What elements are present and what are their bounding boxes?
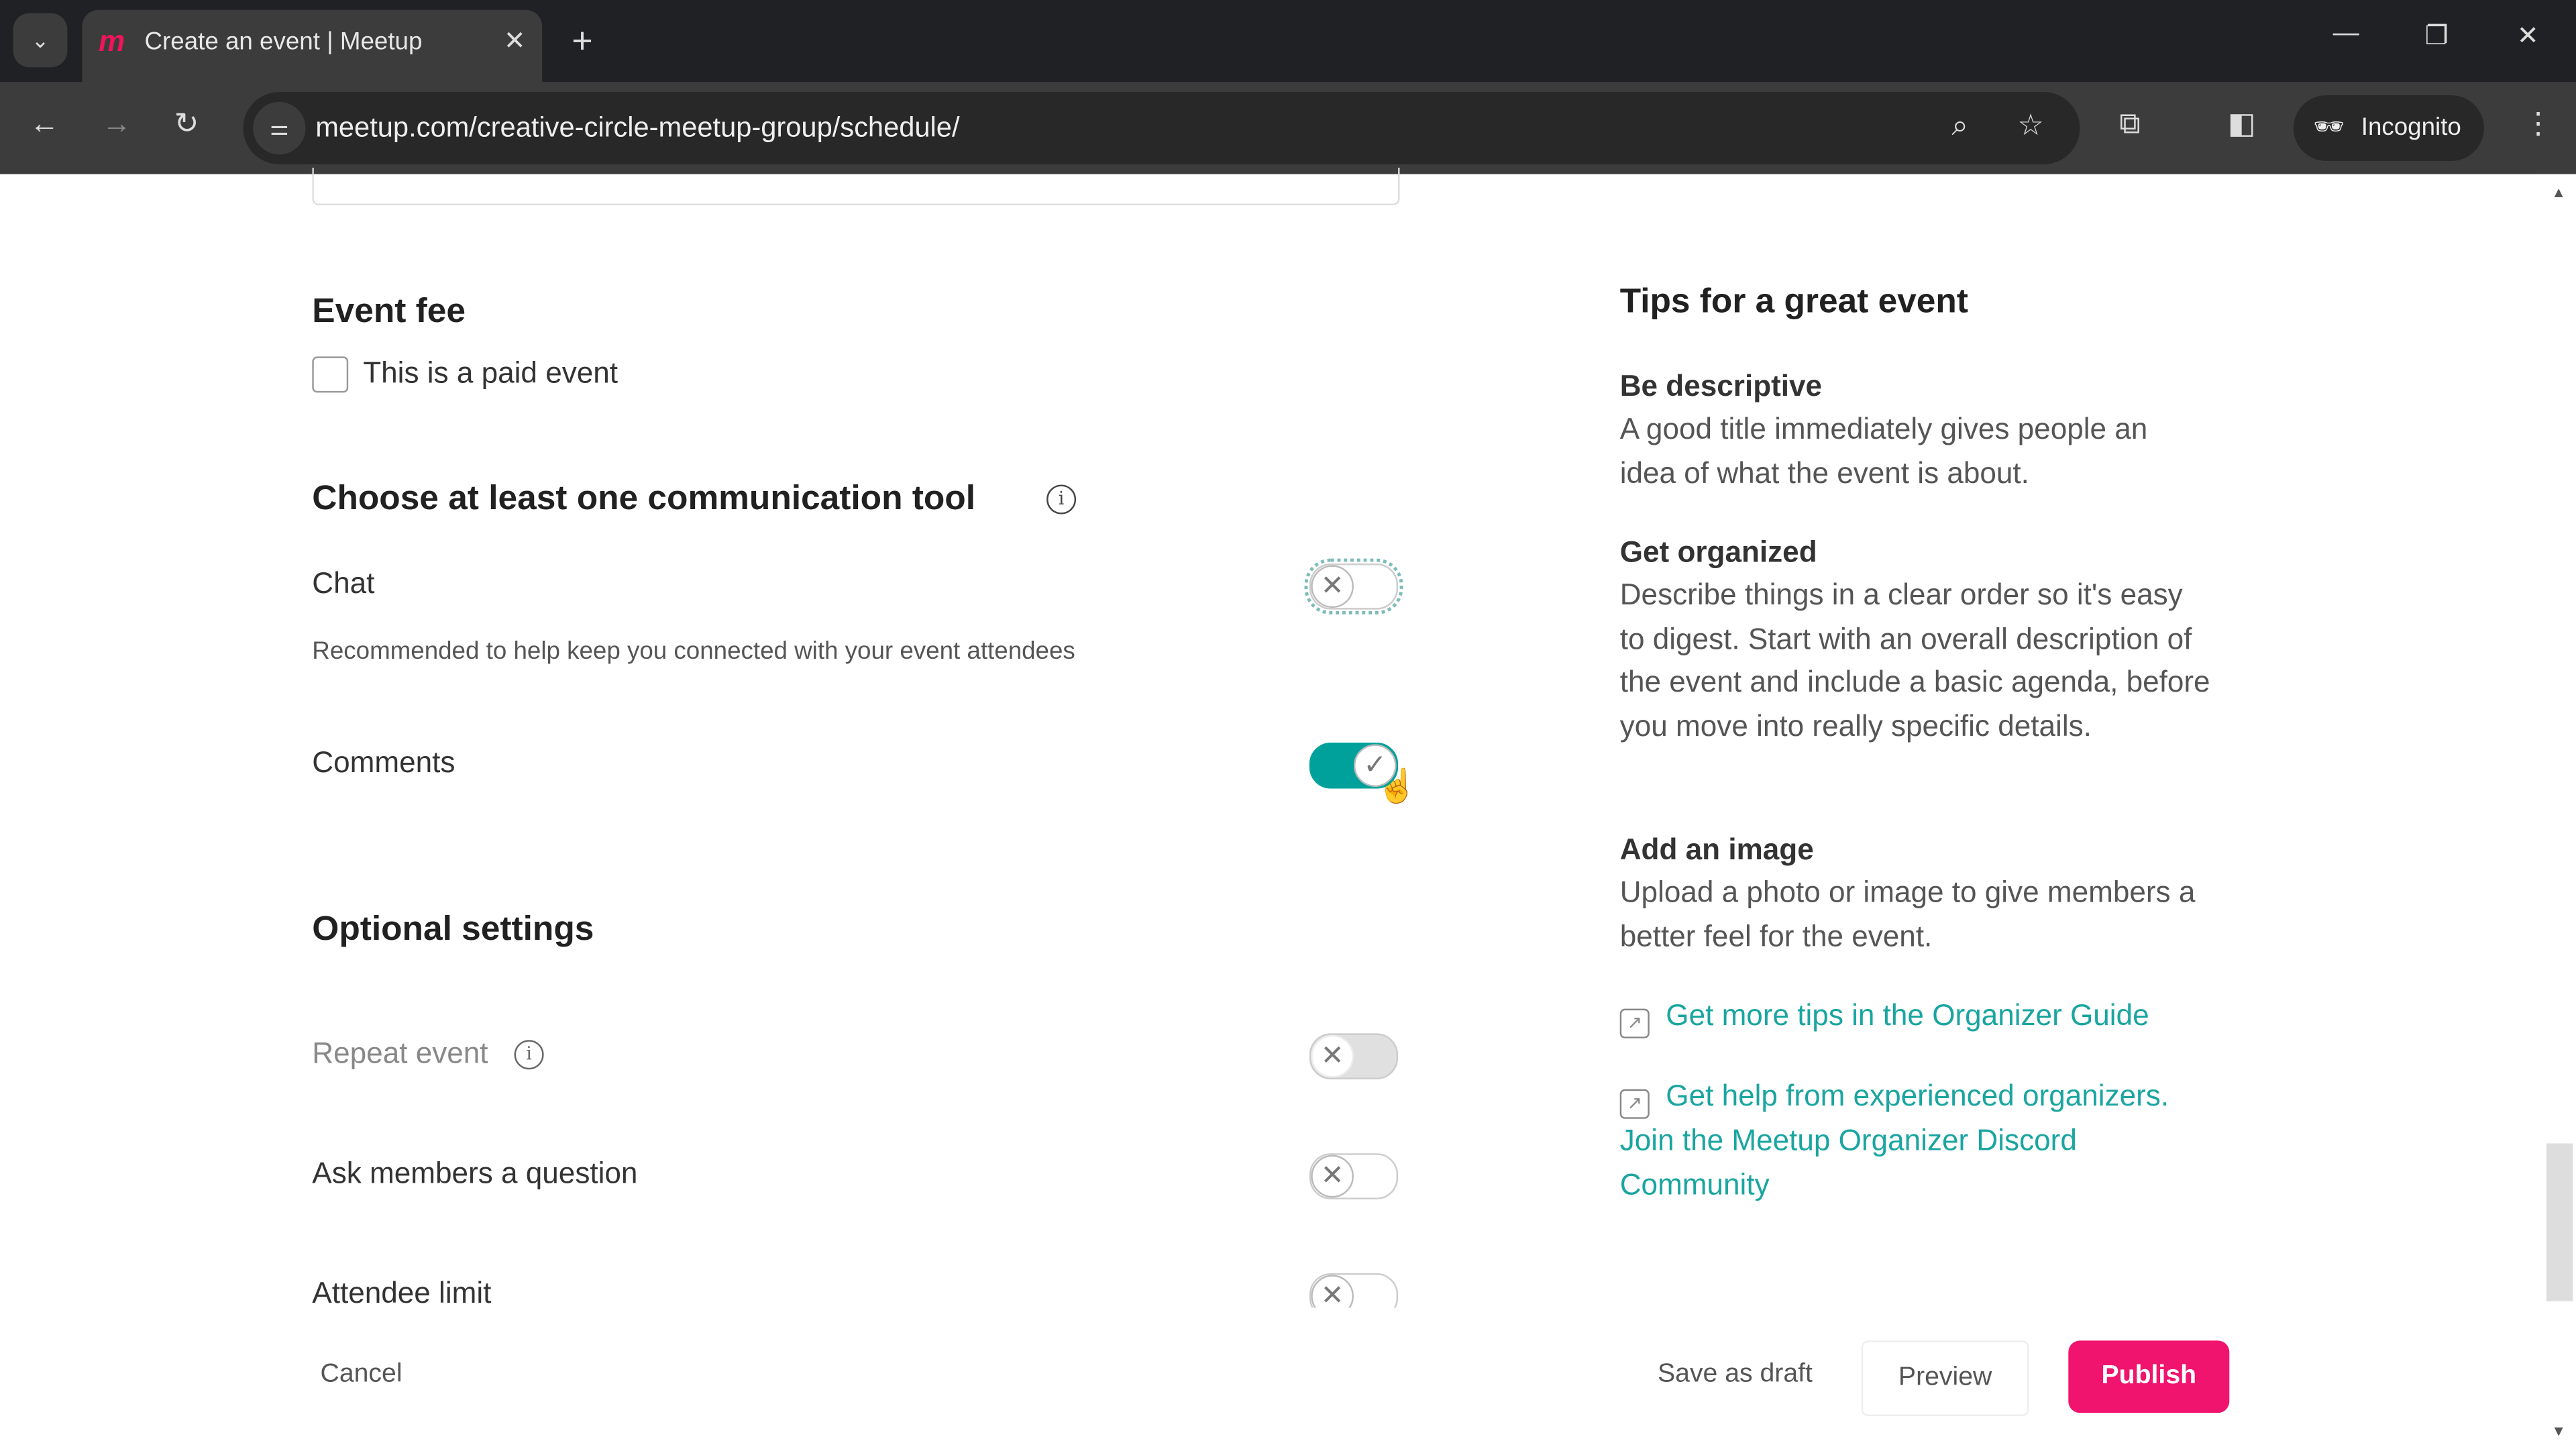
ask-question-toggle[interactable]: ✕ bbox=[1309, 1153, 1399, 1199]
save-draft-button[interactable]: Save as draft bbox=[1658, 1360, 1813, 1390]
scrollbar-thumb[interactable] bbox=[2546, 1143, 2573, 1301]
repeat-event-toggle[interactable]: ✕ bbox=[1309, 1033, 1399, 1079]
more-menu-icon[interactable]: ⋮ bbox=[2524, 107, 2553, 141]
side-panel-icon[interactable]: ◧ bbox=[2228, 107, 2256, 141]
organizer-guide-link[interactable]: ↗ Get more tips in the Organizer Guide bbox=[1619, 994, 2212, 1038]
external-link-icon: ↗ bbox=[1619, 1089, 1650, 1119]
info-icon[interactable]: i bbox=[514, 1040, 544, 1070]
page-content: Event fee This is a paid event Choose at… bbox=[0, 167, 2576, 1449]
publish-button[interactable]: Publish bbox=[2068, 1340, 2230, 1413]
site-settings-icon[interactable]: ⚌ bbox=[253, 101, 306, 155]
preview-button[interactable]: Preview bbox=[1861, 1340, 2029, 1417]
extensions-puzzle-icon[interactable]: ⧉ bbox=[2119, 107, 2140, 141]
communication-heading: Choose at least one communication tool bbox=[312, 480, 976, 518]
minimize-icon[interactable]: — bbox=[2333, 19, 2359, 49]
tab-title: Create an event | Meetup bbox=[144, 28, 423, 56]
info-icon[interactable]: i bbox=[1046, 484, 1077, 515]
incognito-badge[interactable]: 🕶 Incognito bbox=[2293, 95, 2484, 162]
event-fee-heading: Event fee bbox=[312, 292, 466, 331]
bookmark-star-icon[interactable]: ☆ bbox=[2017, 109, 2044, 143]
restore-icon[interactable]: ❐ bbox=[2425, 19, 2449, 52]
scroll-up-arrow-icon[interactable]: ▲ bbox=[2551, 184, 2566, 200]
x-icon: ✕ bbox=[1311, 1034, 1354, 1078]
incognito-label: Incognito bbox=[2361, 113, 2461, 142]
scroll-down-arrow-icon[interactable]: ▼ bbox=[2551, 1423, 2566, 1439]
browser-tab[interactable]: m Create an event | Meetup ✕ bbox=[82, 9, 543, 83]
forward-arrow-icon[interactable]: → bbox=[102, 107, 131, 141]
tab-list-chevron-down-icon[interactable]: ⌄ bbox=[13, 13, 68, 68]
link-text[interactable]: Get help from experienced organizers. Jo… bbox=[1620, 1079, 2169, 1200]
address-bar[interactable]: ⚌ meetup.com/creative-circle-meetup-grou… bbox=[243, 92, 2080, 164]
close-window-icon[interactable]: ✕ bbox=[2517, 19, 2539, 52]
chat-label: Chat bbox=[312, 566, 375, 600]
text-field-above[interactable] bbox=[312, 167, 1400, 206]
action-footer: Cancel Save as draft Preview Publish bbox=[0, 1307, 2544, 1449]
x-icon: ✕ bbox=[1311, 565, 1354, 608]
repeat-event-label: Repeat event bbox=[312, 1036, 488, 1070]
browser-tab-strip: ⌄ m Create an event | Meetup ✕ + — ❐ ✕ bbox=[0, 0, 2576, 83]
tip-body: Describe things in a clear order so it's… bbox=[1619, 578, 2210, 742]
tip-title: Add an image bbox=[1619, 833, 1814, 866]
tips-heading: Tips for a great event bbox=[1619, 282, 1968, 321]
meetup-logo-icon: m bbox=[98, 24, 125, 58]
reload-icon[interactable]: ↻ bbox=[174, 107, 199, 141]
link-text[interactable]: Get more tips in the Organizer Guide bbox=[1666, 999, 2149, 1032]
incognito-icon: 🕶 bbox=[2313, 113, 2345, 142]
chat-description: Recommended to help keep you connected w… bbox=[312, 637, 1075, 665]
zoom-magnifier-icon[interactable]: ⌕ bbox=[1951, 109, 1968, 143]
url-text[interactable]: meetup.com/creative-circle-meetup-group/… bbox=[315, 112, 959, 145]
comments-label: Comments bbox=[312, 745, 455, 779]
check-icon: ✓ bbox=[1353, 744, 1397, 788]
tip-body: Upload a photo or image to give members … bbox=[1619, 875, 2196, 953]
comments-toggle[interactable]: ✓ bbox=[1309, 742, 1399, 789]
chat-toggle[interactable]: ✕ bbox=[1304, 558, 1403, 614]
optional-settings-heading: Optional settings bbox=[312, 910, 594, 949]
x-icon: ✕ bbox=[1311, 1155, 1354, 1198]
tip-body: A good title immediately gives people an… bbox=[1619, 412, 2148, 489]
scrollbar[interactable]: ▲ ▼ bbox=[2543, 174, 2576, 1449]
paid-event-checkbox[interactable] bbox=[312, 356, 349, 393]
tip-title: Be descriptive bbox=[1619, 370, 1823, 403]
ask-question-label: Ask members a question bbox=[312, 1157, 638, 1190]
back-arrow-icon[interactable]: ← bbox=[30, 107, 59, 141]
tip-title: Get organized bbox=[1619, 535, 1817, 569]
paid-event-label: This is a paid event bbox=[363, 356, 619, 390]
attendee-limit-label: Attendee limit bbox=[312, 1276, 492, 1309]
external-link-icon: ↗ bbox=[1619, 1008, 1650, 1038]
discord-community-link[interactable]: ↗ Get help from experienced organizers. J… bbox=[1619, 1075, 2179, 1206]
cancel-button[interactable]: Cancel bbox=[321, 1360, 402, 1390]
new-tab-plus-icon[interactable]: + bbox=[572, 19, 592, 62]
close-tab-icon[interactable]: ✕ bbox=[504, 25, 526, 58]
browser-toolbar: ← → ↻ ⚌ meetup.com/creative-circle-meetu… bbox=[0, 82, 2576, 174]
